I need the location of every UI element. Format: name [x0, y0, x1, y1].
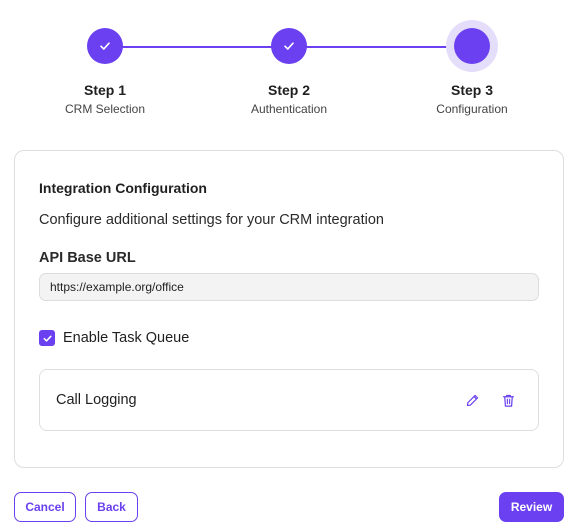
- list-item: Call Logging: [39, 369, 539, 431]
- step-3-title: Step 3: [450, 82, 493, 98]
- step-3-circle: [454, 28, 490, 64]
- check-icon: [284, 42, 294, 50]
- step-1-subtitle: CRM Selection: [64, 102, 146, 116]
- step-2-subtitle: Authentication: [250, 102, 328, 116]
- pencil-icon: [466, 394, 478, 406]
- step-1-title: Step 1: [83, 82, 126, 98]
- step-1: Step 1 CRM Selection: [25, 28, 185, 116]
- step-2-title: Step 2: [267, 82, 310, 98]
- task-queue-label: Enable Task Queue: [63, 330, 190, 346]
- task-queue-checkbox[interactable]: [39, 330, 55, 346]
- stepper: Step 1 CRM Selection Step 2 Authenticati…: [0, 0, 576, 130]
- card-title: Integration Configuration: [39, 180, 207, 196]
- list-item-label: Call Logging: [56, 392, 137, 408]
- step-2: Step 2 Authentication: [209, 28, 369, 116]
- card-description: Configure additional settings for your C…: [39, 212, 384, 228]
- check-icon: [100, 42, 110, 50]
- task-queue-row: Enable Task Queue: [39, 330, 189, 346]
- configuration-card: Integration Configuration Configure addi…: [14, 150, 564, 468]
- review-button[interactable]: Review: [499, 492, 564, 522]
- api-base-url-input[interactable]: [39, 273, 539, 301]
- edit-button[interactable]: [463, 391, 481, 409]
- back-button[interactable]: Back: [85, 492, 138, 522]
- step-2-circle: [271, 28, 307, 64]
- trash-icon: [502, 394, 514, 407]
- step-3: Step 3 Configuration: [392, 28, 552, 116]
- delete-button[interactable]: [499, 391, 517, 409]
- cancel-button[interactable]: Cancel: [14, 492, 76, 522]
- step-3-subtitle: Configuration: [436, 102, 508, 116]
- step-1-circle: [87, 28, 123, 64]
- check-icon: [43, 335, 52, 342]
- api-base-url-label: API Base URL: [39, 250, 136, 266]
